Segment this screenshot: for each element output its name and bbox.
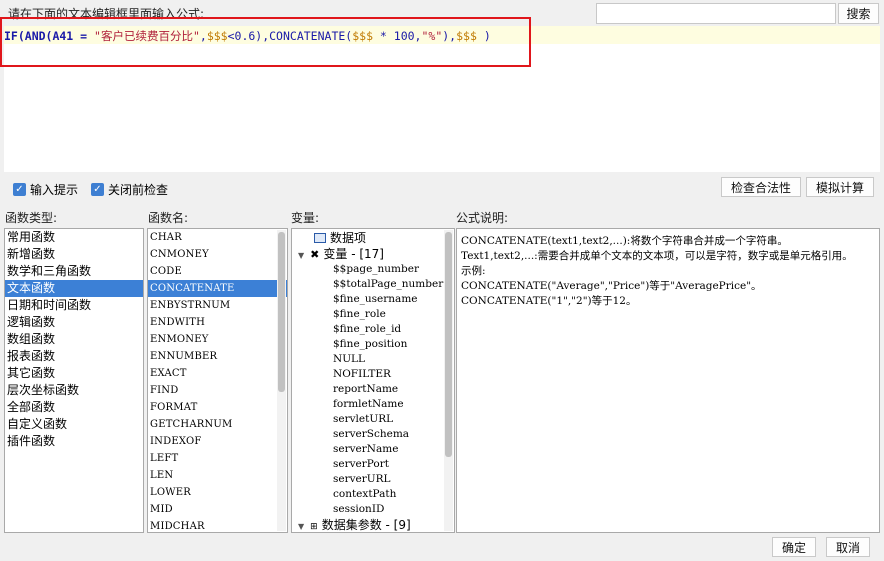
function-name-item[interactable]: FIND <box>148 382 287 399</box>
function-name-item[interactable]: MID <box>148 501 287 518</box>
description-line: CONCATENATE("1","2")等于12。 <box>461 295 637 307</box>
tree-node-variables[interactable]: ▼ ✖ 变量 - [17] <box>292 246 454 262</box>
expand-arrow-icon[interactable]: ▼ <box>298 522 304 531</box>
function-type-item[interactable]: 逻辑函数 <box>5 314 143 331</box>
function-name-item[interactable]: CONCATENATE <box>148 280 287 297</box>
variables-label: 变量: <box>291 211 320 225</box>
function-name-item[interactable]: MIDCHAR <box>148 518 287 532</box>
variables-scrollbar[interactable] <box>444 230 453 531</box>
variable-item[interactable]: serverURL <box>292 472 454 487</box>
search-button[interactable]: 搜索 <box>838 3 879 24</box>
search-input[interactable] <box>596 3 836 24</box>
scrollbar-thumb[interactable] <box>278 232 285 392</box>
variable-item[interactable]: formletName <box>292 397 454 412</box>
tree-node-label: 变量 - [17] <box>323 247 384 261</box>
function-type-item[interactable]: 自定义函数 <box>5 416 143 433</box>
variables-tree[interactable]: 数据项 ▼ ✖ 变量 - [17] $$page_number $$totalPage… <box>291 228 455 533</box>
tree-node-dataset-params[interactable]: ▼ ⊞ 数据集参数 - [9] <box>292 517 454 532</box>
function-type-item[interactable]: 日期和时间函数 <box>5 297 143 314</box>
cancel-button[interactable]: 取消 <box>826 537 870 557</box>
variable-item[interactable]: $fine_username <box>292 292 454 307</box>
variable-item[interactable]: serverSchema <box>292 427 454 442</box>
check-validity-button[interactable]: 检查合法性 <box>721 177 801 197</box>
expand-arrow-icon[interactable]: ▼ <box>298 251 304 260</box>
function-name-list[interactable]: CHAR CNMONEY CODE CONCATENATE ENBYSTRNUM ENDW… <box>147 228 288 533</box>
variable-item[interactable]: $fine_role <box>292 307 454 322</box>
function-type-item[interactable]: 文本函数 <box>5 280 143 297</box>
function-type-item[interactable]: 新增函数 <box>5 246 143 263</box>
description-line: CONCATENATE(text1,text2,...):将数个字符串合并成一个… <box>461 235 788 247</box>
function-name-item[interactable]: INDEXOF <box>148 433 287 450</box>
function-name-item[interactable]: CNMONEY <box>148 246 287 263</box>
function-name-item[interactable]: ENDWITH <box>148 314 287 331</box>
variable-item[interactable]: NOFILTER <box>292 367 454 382</box>
function-type-item[interactable]: 全部函数 <box>5 399 143 416</box>
function-name-label: 函数名: <box>148 211 189 225</box>
variable-item[interactable]: serverName <box>292 442 454 457</box>
function-name-scrollbar[interactable] <box>277 230 286 531</box>
ok-button[interactable]: 确定 <box>772 537 816 557</box>
tree-node-data-item[interactable]: 数据项 <box>292 230 454 246</box>
function-name-item[interactable]: GETCHARNUM <box>148 416 287 433</box>
function-type-item[interactable]: 插件函数 <box>5 433 143 450</box>
function-type-item[interactable]: 数学和三角函数 <box>5 263 143 280</box>
variable-item[interactable]: contextPath <box>292 487 454 502</box>
variable-item[interactable]: serverPort <box>292 457 454 472</box>
function-type-item[interactable]: 其它函数 <box>5 365 143 382</box>
variable-item[interactable]: NULL <box>292 352 454 367</box>
variable-item[interactable]: $$page_number <box>292 262 454 277</box>
function-type-list[interactable]: 常用函数 新增函数 数学和三角函数 文本函数 日期和时间函数 逻辑函数 数组函数 报表函数 其它… <box>4 228 144 533</box>
function-name-item[interactable]: FORMAT <box>148 399 287 416</box>
tree-node-label: 数据集参数 - [9] <box>321 518 411 532</box>
function-type-item[interactable]: 层次坐标函数 <box>5 382 143 399</box>
function-type-label: 函数类型: <box>5 211 58 225</box>
input-hint-label: 输入提示 <box>30 183 79 197</box>
function-type-item[interactable]: 报表函数 <box>5 348 143 365</box>
function-name-item[interactable]: LEFT <box>148 450 287 467</box>
variable-item[interactable]: sessionID <box>292 502 454 517</box>
function-name-item[interactable]: ENMONEY <box>148 331 287 348</box>
formula-desc-label: 公式说明: <box>456 211 509 225</box>
function-type-item[interactable]: 数组函数 <box>5 331 143 348</box>
check-before-close-option[interactable]: ✓ 关闭前检查 <box>91 181 168 198</box>
scrollbar-thumb[interactable] <box>445 232 452 457</box>
variable-item[interactable]: servletURL <box>292 412 454 427</box>
function-name-item[interactable]: CHAR <box>148 229 287 246</box>
variable-item[interactable]: $fine_role_id <box>292 322 454 337</box>
variable-item[interactable]: reportName <box>292 382 454 397</box>
data-item-icon <box>314 233 326 243</box>
function-name-item[interactable]: LEN <box>148 467 287 484</box>
variable-icon: ✖ <box>310 248 320 261</box>
function-name-item[interactable]: LOWER <box>148 484 287 501</box>
dataset-param-icon: ⊞ <box>310 522 318 532</box>
formula-description: CONCATENATE(text1,text2,...):将数个字符串合并成一个… <box>456 228 880 533</box>
highlight-box <box>0 17 531 67</box>
function-name-item[interactable]: CODE <box>148 263 287 280</box>
input-hint-option[interactable]: ✓ 输入提示 <box>13 181 78 198</box>
variable-item[interactable]: $fine_position <box>292 337 454 352</box>
function-name-item[interactable]: EXACT <box>148 365 287 382</box>
function-name-item[interactable]: ENBYSTRNUM <box>148 297 287 314</box>
checkbox-checked-icon[interactable]: ✓ <box>13 183 26 196</box>
tree-node-label: 数据项 <box>330 231 367 245</box>
checkbox-checked-icon[interactable]: ✓ <box>91 183 104 196</box>
check-before-close-label: 关闭前检查 <box>108 183 169 197</box>
variable-item[interactable]: $$totalPage_number <box>292 277 454 292</box>
function-name-item[interactable]: ENNUMBER <box>148 348 287 365</box>
description-line: CONCATENATE("Average","Price")等于"Average… <box>461 280 762 292</box>
description-line: 示例: <box>461 265 486 277</box>
simulate-button[interactable]: 模拟计算 <box>806 177 874 197</box>
function-type-item[interactable]: 常用函数 <box>5 229 143 246</box>
description-line: Text1,text2,...:需要合并成单个文本的文本项，可以是字符，数字或是… <box>461 250 853 262</box>
